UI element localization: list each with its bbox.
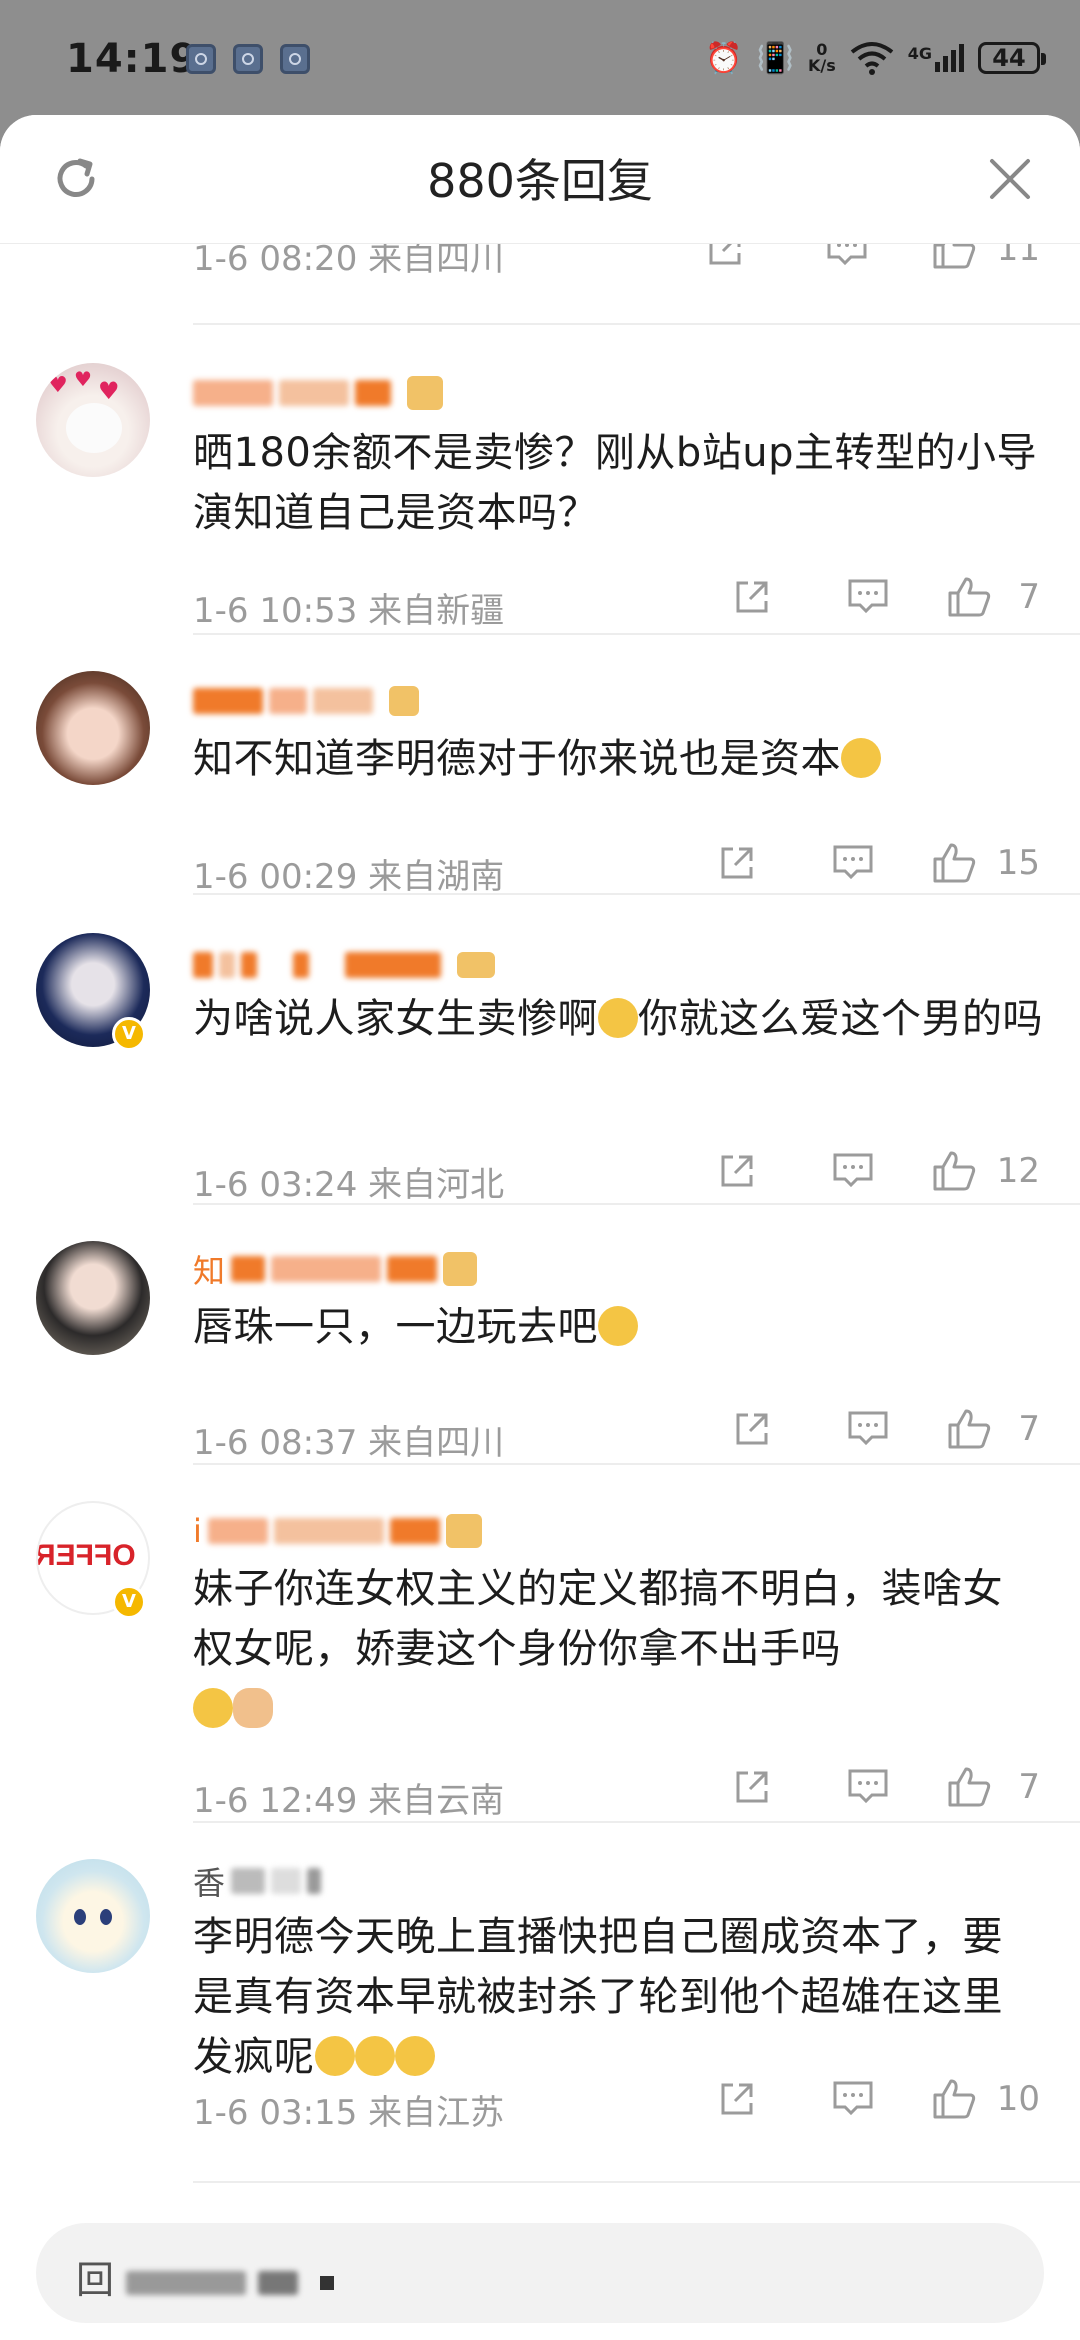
thumbs-up-icon	[933, 1151, 975, 1191]
share-icon[interactable]	[717, 2079, 757, 2119]
close-icon[interactable]	[988, 157, 1032, 201]
crying-laughing-emoji-icon	[354, 2036, 395, 2076]
share-icon[interactable]	[717, 1151, 757, 1191]
sheet-header: 880条回复	[0, 115, 1080, 244]
alarm-icon: ⏰	[705, 40, 743, 76]
comment-icon[interactable]	[831, 1151, 875, 1191]
comment-text: 李明德今天晚上直播快把自己圈成资本了，要是真有资本早就被封杀了轮到他个超雄在这里…	[193, 1914, 1003, 2080]
crying-laughing-emoji-icon	[598, 1306, 638, 1346]
battery-indicator: 44	[978, 42, 1046, 74]
verified-badge-icon: V	[112, 1017, 146, 1051]
vibrate-icon: 📳	[756, 40, 794, 76]
username-hidden[interactable]	[193, 373, 443, 413]
comment-meta: 1-6 03:15 来自江苏	[193, 2093, 505, 2133]
emoji-icon	[841, 738, 881, 778]
share-icon[interactable]	[732, 1767, 772, 1807]
like-button[interactable]: 7	[946, 1765, 1040, 1809]
comment-icon[interactable]	[846, 1409, 890, 1449]
level-badge-icon	[389, 686, 419, 716]
notification-icon	[233, 44, 263, 74]
wifi-icon	[850, 42, 893, 75]
like-button[interactable]: 10	[931, 2077, 1040, 2121]
reply-input[interactable]: 回	[36, 2223, 1044, 2323]
clap-emoji-icon	[233, 1688, 273, 1728]
level-badge-icon	[445, 1514, 482, 1548]
comment-text: 知不知道李明德对于你来说也是资本	[193, 729, 1043, 789]
username-hidden[interactable]: i	[193, 1511, 482, 1551]
comment-meta: 1-6 08:37 来自四川	[193, 1423, 505, 1463]
comment-meta: 1-6 10:53 来自新疆	[193, 591, 505, 631]
list-item: 香 李明德今天晚上直播快把自己圈成资本了，要是真有资本早就被封杀了轮到他个超雄在…	[0, 1821, 1080, 2181]
like-button[interactable]: 15	[931, 841, 1040, 885]
comment-icon[interactable]	[831, 843, 875, 883]
status-time: 14:19	[66, 36, 199, 82]
comment-text: 唇珠一只，一边玩去吧	[193, 1297, 1043, 1357]
signal-icon: 4G	[908, 44, 964, 72]
share-icon[interactable]	[732, 1409, 772, 1449]
level-badge-icon	[457, 952, 495, 978]
list-item: ♥ ♥ ♥ 晒180余额不是卖惨？刚从b站up主转型的小导演知道自己是资本吗？ …	[0, 323, 1080, 633]
avatar[interactable]: ♥ ♥ ♥	[36, 363, 150, 477]
comment-icon[interactable]	[846, 577, 890, 617]
verified-badge-icon: V	[112, 1585, 146, 1619]
crying-laughing-emoji-icon	[394, 2036, 435, 2076]
thumbs-up-icon	[948, 577, 991, 617]
comment-text: 为啥说人家女生卖惨啊 你就这么爱这个男的吗	[193, 996, 1043, 1042]
page-title: 880条回复	[427, 154, 653, 208]
comment-meta: 1-6 00:29 来自湖南	[193, 857, 505, 897]
comment-text: 妹子你连女权主义的定义都搞不明白，装啥女权女呢，娇妻这个身份你拿不出手吗	[193, 1559, 1043, 1739]
crying-laughing-emoji-icon	[598, 998, 638, 1038]
thumbs-up-icon	[948, 1767, 991, 1807]
replies-sheet: 880条回复 1-6 08:20 来自四川 11 ♥ ♥ ♥ 晒180余额不是卖…	[0, 115, 1080, 2340]
like-button[interactable]: 7	[946, 575, 1040, 619]
net-speed: 0 K/s	[807, 40, 836, 75]
username-hidden[interactable]: 知	[193, 1249, 478, 1290]
list-item: 1-6 08:20 来自四川 11	[0, 229, 1080, 331]
comment-icon[interactable]	[831, 2079, 875, 2119]
avatar[interactable]	[36, 1241, 150, 1355]
list-item: OFFER V i 妹子你连女权主义的定义都搞不明白，装啥女权女呢，娇妻这个身份…	[0, 1463, 1080, 1821]
thumbs-up-icon	[933, 2079, 975, 2119]
thumbs-up-icon	[948, 1409, 991, 1449]
notification-icon	[280, 44, 310, 74]
comment-text: 晒180余额不是卖惨？刚从b站up主转型的小导演知道自己是资本吗？	[193, 430, 1037, 536]
comment-meta: 1-6 12:49 来自云南	[193, 1781, 505, 1821]
crying-laughing-emoji-icon	[314, 2036, 355, 2076]
comment-icon[interactable]	[846, 1767, 890, 1807]
avatar[interactable]	[36, 671, 150, 785]
list-item: 知 唇珠一只，一边玩去吧 1-6 08:37 来自四川 7	[0, 1203, 1080, 1463]
avatar[interactable]	[36, 1859, 150, 1973]
reply-placeholder: 回	[76, 2249, 335, 2304]
like-button[interactable]: 12	[931, 1149, 1040, 1193]
share-icon[interactable]	[717, 843, 757, 883]
comment-meta: 1-6 03:24 来自河北	[193, 1165, 505, 1205]
like-button[interactable]: 7	[946, 1407, 1040, 1451]
username-hidden[interactable]: 香	[193, 1861, 322, 1902]
level-badge-icon	[443, 1252, 478, 1286]
username-hidden[interactable]	[193, 945, 495, 985]
crying-laughing-emoji-icon	[193, 1688, 233, 1728]
share-icon[interactable]	[732, 577, 772, 617]
list-item: 知不知道李明德对于你来说也是资本 1-6 00:29 来自湖南 15	[0, 633, 1080, 897]
username-hidden[interactable]	[193, 681, 419, 721]
notification-icon	[186, 44, 216, 74]
level-badge-icon	[407, 376, 443, 410]
thumbs-up-icon	[933, 843, 975, 883]
status-bar: 14:19 ⏰ 📳 0 K/s 4G 44	[0, 0, 1080, 115]
list-item: V 为啥说人家女生卖惨啊 你就这么爱这个男的吗 1-6 03:24 来自河北 12	[0, 893, 1080, 1205]
